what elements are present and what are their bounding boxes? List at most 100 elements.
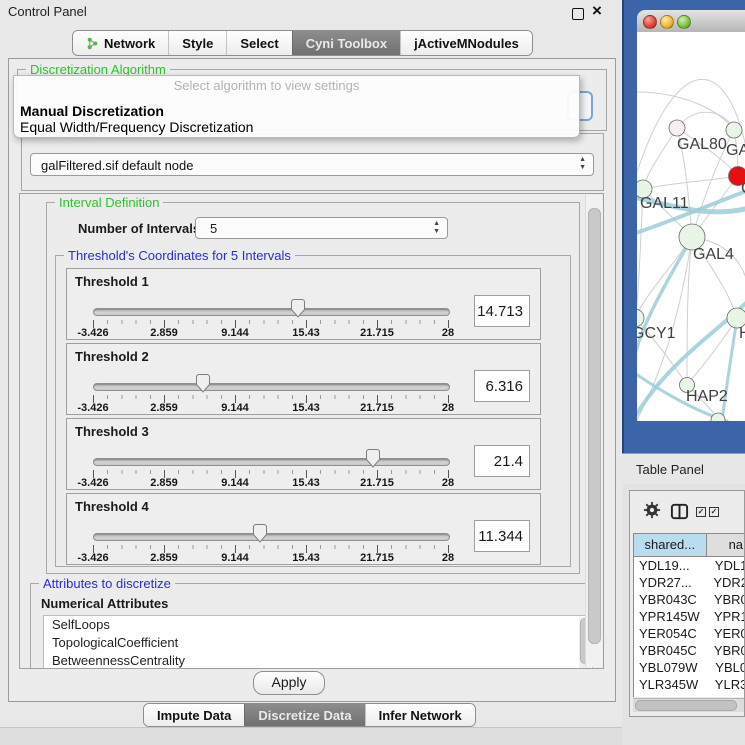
checkbox-icon[interactable]: ✓: [709, 507, 719, 517]
threshold-value-field[interactable]: 14.713: [474, 295, 530, 327]
tab-jactivemnodules[interactable]: jActiveMNodules: [400, 31, 532, 55]
table-cell[interactable]: YER054C: [634, 625, 714, 642]
dropdown-option-manual[interactable]: Manual Discretization: [20, 103, 164, 119]
numerical-attributes-list[interactable]: SelfLoopsTopologicalCoefficientBetweenne…: [43, 615, 593, 669]
network-icon: [86, 37, 99, 50]
attribute-list-item[interactable]: BetweennessCentrality: [44, 652, 592, 669]
column-header-name[interactable]: na: [707, 533, 745, 557]
close-traffic-light-icon[interactable]: [643, 15, 657, 29]
table-cell[interactable]: YBR0: [714, 591, 745, 608]
control-panel: Control Panel × Network Style Select Cyn…: [0, 0, 622, 745]
tick-label: 21.715: [360, 327, 394, 339]
table-cell[interactable]: YER0: [714, 625, 745, 642]
tab-label: jActiveMNodules: [414, 36, 519, 51]
top-tab-bar: Network Style Select Cyni Toolbox jActiv…: [72, 30, 533, 56]
attribute-list-item[interactable]: SelfLoops: [44, 616, 592, 634]
table-row[interactable]: YBR045CYBR0: [634, 642, 745, 659]
num-intervals-spinner[interactable]: 5 ▲▼: [195, 217, 448, 239]
table-cell[interactable]: YDR27...: [634, 574, 713, 591]
table-cell[interactable]: YLR3: [715, 676, 745, 693]
threshold-slider[interactable]: [93, 308, 450, 316]
table-cell[interactable]: YDL19...: [634, 557, 715, 574]
tab-style[interactable]: Style: [168, 31, 226, 55]
table-cell[interactable]: YBL079W: [634, 659, 715, 676]
thresholds-group-label: Threshold's Coordinates for 5 Intervals: [64, 248, 295, 263]
close-icon[interactable]: ×: [592, 1, 602, 21]
table-row[interactable]: YDR27...YDR2: [634, 574, 745, 591]
thresholds-groupbox: Threshold's Coordinates for 5 Intervals …: [55, 255, 571, 567]
column-header-shared[interactable]: shared...: [633, 533, 707, 557]
threshold-slider[interactable]: [93, 383, 450, 391]
float-window-icon[interactable]: [572, 8, 584, 20]
table-row[interactable]: YER054CYER0: [634, 625, 745, 642]
panel-title: Control Panel: [8, 4, 87, 19]
table-data-groupbox: Table Data galFiltered.sif default node …: [21, 133, 604, 191]
slider-tick-labels: -3.4262.8599.14415.4321.71528: [67, 552, 540, 564]
slider-tick-labels: -3.4262.8599.14415.4321.71528: [67, 402, 540, 414]
bottom-strip: [0, 727, 622, 745]
apply-button[interactable]: Apply: [253, 671, 325, 695]
threshold-panel: Threshold 4 -3.4262.8599.14415.4321.7152…: [66, 493, 541, 565]
tab-impute-data[interactable]: Impute Data: [144, 704, 244, 726]
network-canvas[interactable]: GAL80GALCGAL11GAL4GCY1HHAP2: [637, 32, 745, 421]
horizontal-scrollbar[interactable]: [633, 698, 745, 712]
scrollbar-thumb[interactable]: [588, 208, 601, 644]
table-row[interactable]: YIL052CYIL0: [634, 693, 745, 697]
table-cell[interactable]: YPR145W: [634, 608, 714, 625]
table-cell[interactable]: YLR345W: [634, 676, 715, 693]
threshold-panel: Threshold 2 -3.4262.8599.14415.4321.7152…: [66, 343, 541, 415]
tick-label: 2.859: [150, 552, 178, 564]
threshold-slider-handle[interactable]: [195, 374, 211, 393]
threshold-slider[interactable]: [93, 533, 450, 541]
threshold-slider-handle[interactable]: [290, 299, 306, 318]
vertical-scrollbar[interactable]: [585, 195, 602, 667]
table-row[interactable]: YDL19...YDL1: [634, 557, 745, 574]
threshold-label: Threshold 1: [75, 274, 149, 289]
table-cell[interactable]: YDR2: [713, 574, 745, 591]
dropdown-option-equal-width[interactable]: Equal Width/Frequency Discretization: [20, 119, 253, 135]
zoom-traffic-light-icon[interactable]: [677, 15, 691, 29]
thresholds-list: Threshold 1 -3.4262.8599.14415.4321.7152…: [66, 268, 541, 568]
table-data-combobox[interactable]: galFiltered.sif default node ▲▼: [30, 153, 594, 176]
threshold-value-field[interactable]: 6.316: [474, 370, 530, 402]
tab-network[interactable]: Network: [73, 31, 168, 55]
threshold-slider-handle[interactable]: [365, 449, 381, 468]
threshold-label: Threshold 4: [75, 499, 149, 514]
split-columns-icon[interactable]: [670, 502, 689, 521]
tab-label: Select: [240, 36, 278, 51]
table-cell[interactable]: YPR1: [714, 608, 745, 625]
threshold-value-field[interactable]: 21.4: [474, 445, 530, 477]
scrollbar-thumb[interactable]: [635, 700, 737, 711]
table-row[interactable]: YLR345WYLR3: [634, 676, 745, 693]
threshold-slider-handle[interactable]: [252, 524, 268, 543]
table-row[interactable]: YBL079WYBL0: [634, 659, 745, 676]
table-row[interactable]: YBR043CYBR0: [634, 591, 745, 608]
table-cell[interactable]: YBR043C: [634, 591, 714, 608]
tab-cyni-toolbox[interactable]: Cyni Toolbox: [292, 31, 400, 55]
network-window-titlebar[interactable]: [637, 10, 745, 33]
table-cell[interactable]: YBL0: [715, 659, 745, 676]
threshold-value-field[interactable]: 11.344: [474, 520, 530, 552]
checkbox-icon[interactable]: ✓: [696, 507, 706, 517]
table-cell[interactable]: YDL1: [715, 557, 745, 574]
table-cell[interactable]: YBR0: [714, 642, 745, 659]
tick-label: 15.43: [292, 327, 320, 339]
table-row[interactable]: YPR145WYPR1: [634, 608, 745, 625]
tick-label: 2.859: [150, 477, 178, 489]
table-cell[interactable]: YIL0: [718, 693, 745, 697]
minimize-traffic-light-icon[interactable]: [660, 15, 674, 29]
tab-select[interactable]: Select: [226, 31, 291, 55]
attribute-list-item[interactable]: TopologicalCoefficient: [44, 634, 592, 652]
dropdown-hint: Select algorithm to view settings: [14, 78, 519, 93]
network-graph[interactable]: [637, 32, 745, 421]
tab-discretize-data[interactable]: Discretize Data: [244, 704, 364, 726]
tick-label: 15.43: [292, 552, 320, 564]
tab-infer-network[interactable]: Infer Network: [365, 704, 475, 726]
threshold-slider[interactable]: [93, 458, 450, 466]
gear-icon[interactable]: [643, 501, 661, 519]
tick-label: 28: [442, 477, 454, 489]
screen: Control Panel × Network Style Select Cyn…: [0, 0, 745, 745]
interval-definition-groupbox: Interval Definition Number of Intervals …: [46, 202, 580, 574]
table-cell[interactable]: YBR045C: [634, 642, 714, 659]
table-cell[interactable]: YIL052C: [634, 693, 718, 697]
